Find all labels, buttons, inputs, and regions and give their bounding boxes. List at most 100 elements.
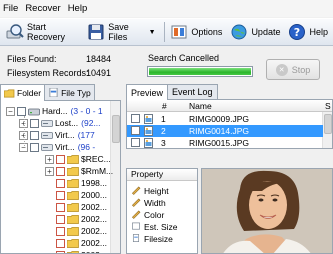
list-scrollbar[interactable]	[322, 112, 332, 148]
row-file-name: RIMG0015.JPG	[189, 138, 249, 148]
tree-node[interactable]: 2002...	[45, 225, 107, 237]
progress-fill	[149, 68, 251, 75]
svg-text:?: ?	[294, 26, 300, 39]
property-row: Filesize	[131, 233, 173, 244]
tree-node[interactable]: + Virt... (177	[19, 129, 95, 141]
start-recovery-button[interactable]: Start Recovery	[3, 20, 82, 44]
tab-preview-label: Preview	[131, 87, 164, 98]
tree-checkbox[interactable]	[56, 154, 65, 164]
help-label: Help	[309, 27, 328, 37]
tree-node-label: Virt...	[55, 130, 75, 140]
tree-checkbox[interactable]	[56, 190, 65, 200]
expand-icon[interactable]: +	[45, 166, 54, 176]
properties-panel: Property Height Width Color Est. Size Filesi…	[126, 168, 198, 254]
property-row: Height	[131, 185, 169, 196]
tree-node-label: 2002...	[81, 250, 107, 253]
tree-checkbox[interactable]	[30, 130, 39, 140]
expand-icon[interactable]: +	[45, 154, 54, 164]
files-found-value: 18484	[86, 54, 112, 64]
column-number[interactable]: #	[162, 101, 167, 111]
files-found-label: Files Found:	[7, 54, 57, 64]
property-row: Est. Size	[131, 221, 178, 232]
tree-node[interactable]: 2002...	[45, 249, 107, 253]
tree-checkbox[interactable]	[30, 118, 39, 128]
pencil-icon	[132, 186, 141, 195]
row-file-name: RIMG0014.JPG	[189, 126, 249, 136]
tree-node[interactable]: 2002...	[45, 237, 107, 249]
tab-file-type-label: File Typ	[61, 87, 91, 98]
row-checkbox[interactable]	[131, 114, 140, 123]
tree-node[interactable]: 2002...	[45, 201, 107, 213]
tree-node[interactable]: 2000...	[45, 189, 107, 201]
row-file-name: RIMG0009.JPG	[189, 114, 249, 124]
image-file-icon	[144, 114, 153, 124]
menu-file[interactable]: File	[3, 3, 18, 14]
left-panel: Folder File Typ − Hard... (3 - 0 - 1 + Lost.…	[0, 84, 121, 254]
file-type-icon	[49, 88, 58, 97]
property-label: Filesize	[144, 233, 173, 244]
options-icon	[171, 25, 187, 39]
file-list-row[interactable]: 2 RIMG0014.JPG	[127, 125, 323, 137]
hard-drive-icon	[28, 108, 40, 115]
folder-icon	[67, 190, 79, 200]
row-number: 3	[161, 138, 166, 148]
menu-recover[interactable]: Recover	[25, 3, 60, 14]
options-button[interactable]: Options	[167, 20, 225, 44]
tree-node[interactable]: 2002...	[45, 213, 107, 225]
pencil-icon	[132, 198, 141, 207]
list-scrollbar-thumb[interactable]	[324, 114, 332, 134]
chevron-down-icon[interactable]: ▼	[149, 29, 156, 36]
tree-node[interactable]: − Hard... (3 - 0 - 1	[6, 105, 103, 117]
tree-guide-line	[24, 116, 25, 146]
help-button[interactable]: ? Help	[285, 20, 331, 44]
menu-help[interactable]: Help	[68, 3, 88, 14]
tree-node[interactable]: 1998...	[45, 177, 107, 189]
image-preview	[201, 168, 333, 254]
save-files-button[interactable]: Save Files ▼	[84, 20, 158, 44]
file-list-row[interactable]: 3 RIMG0015.JPG	[127, 137, 323, 148]
tree-node[interactable]: − Virt... (96 -	[19, 141, 95, 153]
size-icon	[132, 222, 140, 230]
tree-node[interactable]: + Lost... (92...	[19, 117, 101, 129]
start-recovery-label: Start Recovery	[27, 22, 66, 42]
tab-preview[interactable]: Preview	[126, 84, 169, 100]
tree-node-count: (177	[77, 130, 95, 140]
tree-checkbox[interactable]	[56, 238, 65, 248]
tree-checkbox[interactable]	[56, 202, 65, 212]
row-checkbox[interactable]	[131, 126, 140, 135]
right-tabs: Preview Event Log	[126, 84, 218, 100]
tree-scrollbar-thumb[interactable]	[112, 115, 120, 143]
tree-checkbox[interactable]	[56, 214, 65, 224]
floppy-icon	[88, 24, 104, 40]
folder-icon	[67, 166, 79, 176]
stop-button[interactable]: ✕ Stop	[266, 59, 320, 80]
left-tabs: Folder File Typ	[0, 84, 95, 101]
tree-checkbox[interactable]	[56, 166, 65, 176]
tree-scrollbar[interactable]	[110, 101, 120, 253]
tab-folder[interactable]: Folder	[0, 84, 46, 101]
tree-node[interactable]: + $REC...	[45, 153, 111, 165]
property-label: Height	[144, 185, 169, 196]
folder-icon	[67, 226, 79, 236]
tree-checkbox[interactable]	[56, 226, 65, 236]
column-name[interactable]: Name	[189, 101, 212, 111]
folder-icon	[67, 178, 79, 188]
property-row: Color	[131, 209, 164, 220]
collapse-icon[interactable]: −	[6, 106, 15, 116]
column-size[interactable]: S	[325, 101, 331, 111]
tree-node[interactable]: + $RmM...	[45, 165, 113, 177]
folder-icon	[67, 214, 79, 224]
tab-event-log[interactable]: Event Log	[167, 84, 218, 99]
partition-icon	[41, 119, 53, 127]
tree-node-label: 2002...	[81, 202, 107, 212]
tree-checkbox[interactable]	[30, 142, 39, 152]
tab-file-type[interactable]: File Typ	[44, 84, 95, 100]
tree-checkbox[interactable]	[17, 106, 26, 116]
tree-checkbox[interactable]	[56, 178, 65, 188]
update-button[interactable]: Update	[227, 20, 283, 44]
partition-icon	[41, 143, 53, 151]
row-checkbox[interactable]	[131, 138, 140, 147]
file-list-row[interactable]: 1 RIMG0009.JPG	[127, 113, 323, 125]
property-label: Width	[144, 197, 166, 208]
tree-checkbox[interactable]	[56, 250, 65, 253]
